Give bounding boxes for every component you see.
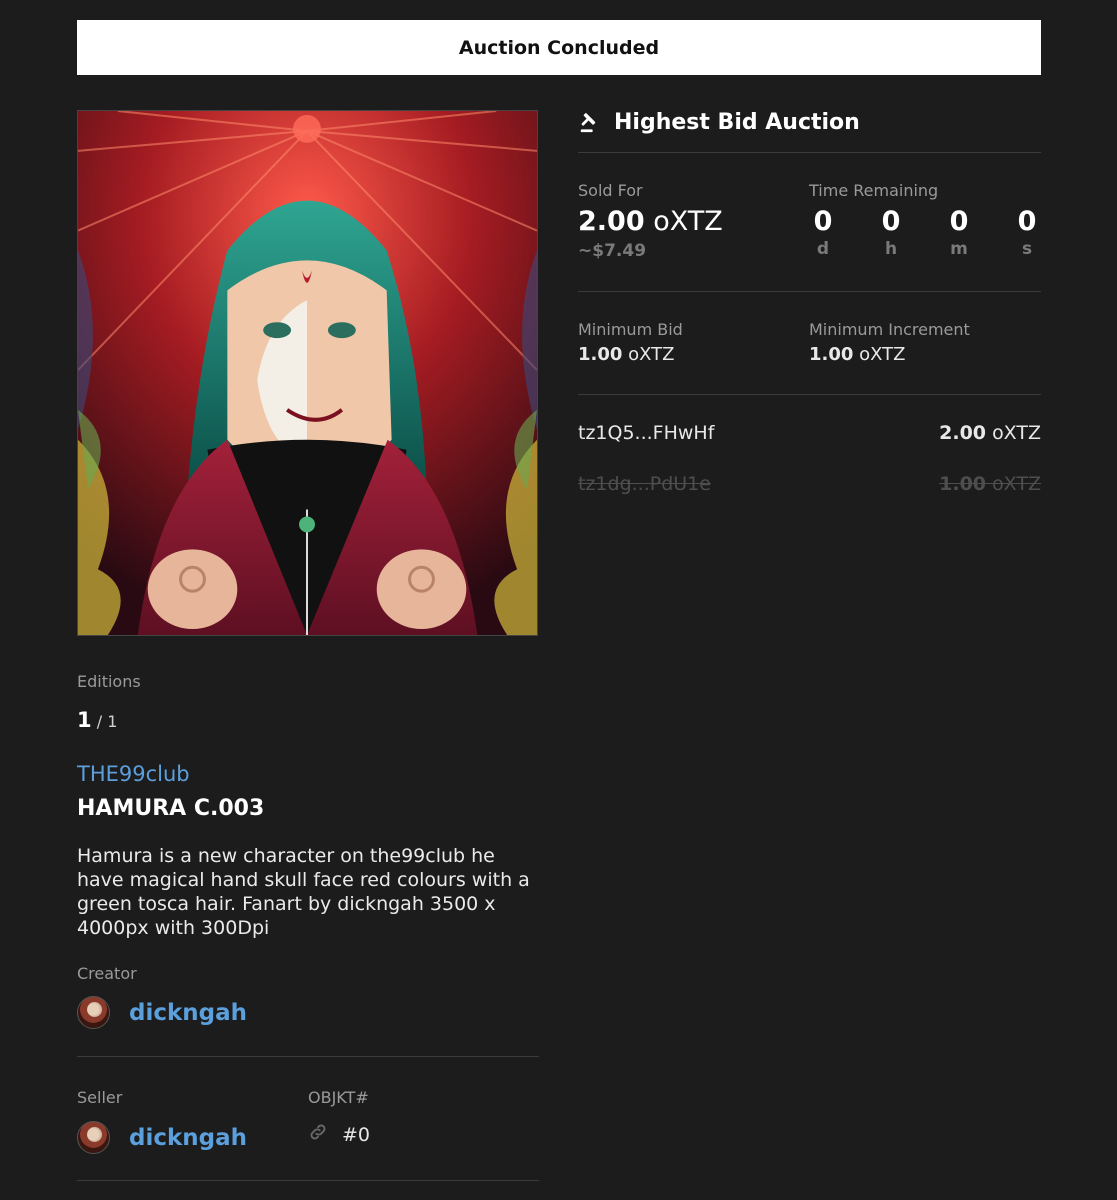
auction-header: Highest Bid Auction — [578, 110, 860, 135]
gavel-icon — [580, 112, 596, 132]
artwork-illustration — [78, 111, 537, 635]
artwork-image[interactable] — [77, 110, 538, 636]
editions-separator: / — [91, 712, 108, 731]
bid-history-row: tz1dg...PdU1e 1.00 oXTZ — [578, 473, 1041, 495]
minimum-increment-amount: 1.00 — [809, 344, 854, 365]
timer-unit: d — [816, 239, 830, 259]
time-remaining-label: Time Remaining — [809, 181, 939, 200]
bid-amount-value: 1.00 — [939, 473, 987, 495]
editions-value: 1 / 1 — [77, 708, 117, 732]
sold-currency: oXTZ — [653, 206, 723, 237]
minimum-bid-currency: oXTZ — [628, 344, 675, 365]
seller-profile-link[interactable]: dickngah — [77, 1121, 247, 1154]
collection-link[interactable]: THE99club — [77, 762, 190, 786]
bidder-address[interactable]: tz1dg...PdU1e — [578, 473, 711, 495]
minimum-bid-amount: 1.00 — [578, 344, 623, 365]
bid-amount-value: 2.00 — [939, 422, 987, 444]
seller-label: Seller — [77, 1088, 123, 1107]
timer-seconds: 0 s — [1013, 206, 1041, 259]
objkt-link[interactable]: #0 — [308, 1122, 370, 1147]
minimum-increment-value: 1.00 oXTZ — [809, 344, 906, 365]
objkt-label: OBJKT# — [308, 1088, 369, 1107]
objkt-value: #0 — [342, 1123, 371, 1146]
minimum-bid-value: 1.00 oXTZ — [578, 344, 675, 365]
divider — [77, 1180, 539, 1181]
bid-currency: oXTZ — [992, 473, 1041, 495]
auction-status-banner: Auction Concluded — [77, 20, 1041, 75]
timer-days: 0 d — [809, 206, 837, 259]
sold-amount: 2.00 — [578, 206, 645, 237]
sold-for-value: 2.00 oXTZ — [578, 206, 723, 237]
link-icon — [308, 1122, 328, 1147]
timer-value: 0 — [1017, 206, 1037, 237]
sold-for-label: Sold For — [578, 181, 643, 200]
minimum-increment-currency: oXTZ — [859, 344, 906, 365]
sold-usd-value: ~$7.49 — [578, 241, 647, 261]
bid-history-row: tz1Q5...FHwHf 2.00 oXTZ — [578, 422, 1041, 444]
creator-profile-link[interactable]: dickngah — [77, 996, 247, 1029]
minimum-increment-label: Minimum Increment — [809, 320, 970, 339]
timer-unit: m — [950, 239, 968, 259]
timer-value: 0 — [813, 206, 833, 237]
divider — [578, 394, 1041, 395]
divider — [578, 291, 1041, 292]
timer-minutes: 0 m — [945, 206, 973, 259]
editions-current: 1 — [77, 708, 92, 732]
timer-hours: 0 h — [877, 206, 905, 259]
timer-value: 0 — [949, 206, 969, 237]
minimum-bid-label: Minimum Bid — [578, 320, 683, 339]
auction-title: Highest Bid Auction — [614, 110, 860, 135]
editions-label: Editions — [77, 672, 141, 691]
seller-avatar — [77, 1121, 110, 1154]
seller-name[interactable]: dickngah — [129, 1125, 247, 1151]
creator-name[interactable]: dickngah — [129, 1000, 247, 1026]
bid-currency: oXTZ — [992, 422, 1041, 444]
token-title: HAMURA C.003 — [77, 796, 265, 821]
timer-unit: h — [884, 239, 898, 259]
editions-total: 1 — [107, 712, 118, 731]
divider — [578, 152, 1041, 153]
timer-value: 0 — [881, 206, 901, 237]
auction-status-text: Auction Concluded — [458, 36, 660, 59]
timer-unit: s — [1021, 239, 1033, 259]
countdown-timer: 0 d 0 h 0 m 0 s — [809, 206, 1041, 259]
divider — [77, 1056, 539, 1057]
bid-amount: 2.00 oXTZ — [939, 422, 1041, 444]
bid-amount: 1.00 oXTZ — [939, 473, 1041, 495]
creator-avatar — [77, 996, 110, 1029]
token-description: Hamura is a new character on the99club h… — [77, 845, 530, 939]
creator-label: Creator — [77, 964, 137, 983]
bidder-address[interactable]: tz1Q5...FHwHf — [578, 422, 714, 444]
